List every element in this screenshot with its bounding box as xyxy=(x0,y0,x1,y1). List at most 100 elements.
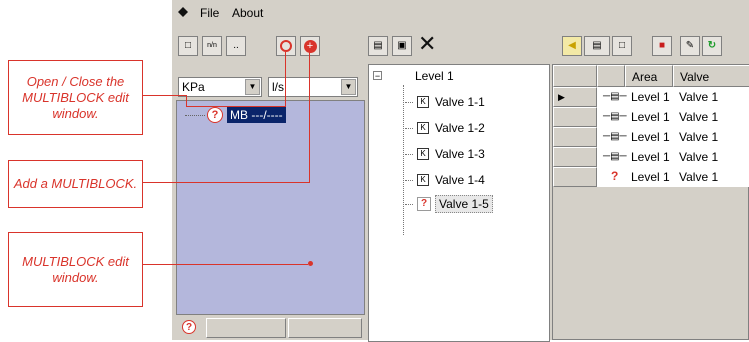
valve-icon: K xyxy=(417,96,429,108)
tree-item-valve-selected[interactable]: ? Valve 1-5 xyxy=(405,195,493,213)
chevron-down-icon[interactable]: ▼ xyxy=(245,79,260,95)
valve-icon: K xyxy=(417,148,429,160)
valve-icon: ─▤─ xyxy=(603,91,627,102)
grid-header-area[interactable]: Area xyxy=(625,65,673,87)
tree-item-label: Valve 1-3 xyxy=(435,147,485,161)
row-selector[interactable] xyxy=(553,147,597,167)
dots-button[interactable]: .. xyxy=(226,36,246,56)
callout-edit-window-text: MULTIBLOCK edit window. xyxy=(22,253,129,285)
menu-file[interactable]: File xyxy=(200,6,219,20)
refresh-button[interactable]: ↻ xyxy=(702,36,722,56)
app-icon xyxy=(178,7,188,17)
table-row[interactable]: ? Level 1 Valve 1 xyxy=(597,167,749,187)
tree-dash xyxy=(185,115,205,116)
row-selector[interactable]: ▶ xyxy=(553,87,597,107)
edit-button[interactable]: ✎ xyxy=(680,36,700,56)
left-status-bar: ? xyxy=(176,316,365,340)
table-row[interactable]: ─▤─ Level 1 Valve 1 xyxy=(597,87,749,107)
expand-tree-button[interactable]: ▤ xyxy=(368,36,388,56)
valve-icon: ─▤─ xyxy=(603,111,627,122)
format-button[interactable]: n/n xyxy=(202,36,222,56)
question-icon: ? xyxy=(611,169,619,183)
valve-icon: K xyxy=(417,122,429,134)
help-icon: ? xyxy=(207,107,223,123)
cell-area: Level 1 xyxy=(631,150,670,164)
tree-item-valve[interactable]: K Valve 1-1 xyxy=(405,95,485,109)
close-icon[interactable]: ✕ xyxy=(418,33,436,55)
tree-item-valve[interactable]: K Valve 1-2 xyxy=(405,121,485,135)
row-pointer-icon: ▶ xyxy=(558,92,565,102)
plus-circle-icon: + xyxy=(303,40,317,53)
table-row[interactable]: ─▤─ Level 1 Valve 1 xyxy=(597,107,749,127)
callout-add-multiblock: Add a MULTIBLOCK. xyxy=(8,160,143,208)
row-selector[interactable] xyxy=(553,107,597,127)
pressure-unit-value: KPa xyxy=(182,80,205,94)
tree-vertical-line xyxy=(403,85,404,235)
connector-line xyxy=(143,182,309,183)
pin-button[interactable]: □ xyxy=(178,36,198,56)
tree-panel: − Level 1 K Valve 1-1 K Valve 1-2 K Valv… xyxy=(368,64,550,342)
status-help-icon: ? xyxy=(182,320,196,334)
callout-edit-window: MULTIBLOCK edit window. xyxy=(8,232,143,307)
grid-header-valve-label: Valve xyxy=(680,70,710,84)
cell-valve: Valve 1 xyxy=(679,90,719,104)
flow-unit-select[interactable]: l/s ▼ xyxy=(268,77,358,97)
row-selector[interactable] xyxy=(553,127,597,147)
cell-valve: Valve 1 xyxy=(679,170,719,184)
tree-item-label: Valve 1-1 xyxy=(435,95,485,109)
app-window: File About □ n/n .. + KPa ▼ l/s ▼ ? MB -… xyxy=(172,0,749,342)
pressure-unit-select[interactable]: KPa ▼ xyxy=(178,77,262,97)
menu-about[interactable]: About xyxy=(232,6,263,20)
cell-valve: Valve 1 xyxy=(679,130,719,144)
grid-corner xyxy=(553,65,597,87)
cell-valve: Valve 1 xyxy=(679,150,719,164)
tree-item-label: Valve 1-2 xyxy=(435,121,485,135)
arrow-left-icon: ◀ xyxy=(568,40,576,51)
new-document-button[interactable]: □ xyxy=(612,36,632,56)
tree-root-label[interactable]: Level 1 xyxy=(415,69,454,83)
right-toolbar: ◀ ▤ □ ■ ✎ ↻ xyxy=(552,30,749,62)
document-icon: □ xyxy=(618,40,626,51)
connector-line xyxy=(309,52,310,183)
connector-line xyxy=(285,52,286,107)
tree-item-label: Valve 1-4 xyxy=(435,173,485,187)
back-arrow-button[interactable]: ◀ xyxy=(562,36,582,56)
callout-open-close: Open / Close the MULTIBLOCK edit window. xyxy=(8,60,143,135)
tree-item-valve[interactable]: K Valve 1-4 xyxy=(405,173,485,187)
valve-icon: ─▤─ xyxy=(603,151,627,162)
menu-bar: File About xyxy=(172,0,749,26)
cell-area: Level 1 xyxy=(631,90,670,104)
connector-line xyxy=(186,95,187,106)
row-selector[interactable] xyxy=(553,167,597,187)
tree-expander[interactable]: − xyxy=(373,71,382,81)
multiblock-edit-window[interactable]: ? MB ---/---- xyxy=(176,100,365,315)
chevron-down-icon[interactable]: ▼ xyxy=(341,79,356,95)
table-row[interactable]: ─▤─ Level 1 Valve 1 xyxy=(597,127,749,147)
table-view-button[interactable]: ▤ xyxy=(584,36,610,56)
status-cell-1 xyxy=(206,318,286,338)
grid-header-valve[interactable]: Valve xyxy=(673,65,749,87)
connector-line xyxy=(186,106,285,107)
flow-unit-value: l/s xyxy=(272,80,284,94)
callout-add-multiblock-text: Add a MULTIBLOCK. xyxy=(13,176,138,191)
cell-area: Level 1 xyxy=(631,130,670,144)
cell-area: Level 1 xyxy=(631,170,670,184)
add-multiblock-button[interactable]: + xyxy=(300,36,320,56)
connector-line xyxy=(143,95,186,96)
multiblock-item[interactable]: MB ---/---- xyxy=(227,107,286,123)
save-icon: ■ xyxy=(658,40,666,51)
refresh-icon: ↻ xyxy=(707,40,717,51)
collapse-tree-button[interactable]: ▣ xyxy=(392,36,412,56)
valve-icon: ─▤─ xyxy=(603,131,627,142)
tree-item-valve[interactable]: K Valve 1-3 xyxy=(405,147,485,161)
open-close-multiblock-button[interactable] xyxy=(276,36,296,56)
data-grid: Area Valve ▶ ─▤─ Level 1 Valve 1 ─▤─ Lev… xyxy=(552,64,749,340)
save-button[interactable]: ■ xyxy=(652,36,672,56)
grid-header-icon-col xyxy=(597,65,625,87)
cell-valve: Valve 1 xyxy=(679,110,719,124)
table-row[interactable]: ─▤─ Level 1 Valve 1 xyxy=(597,147,749,167)
connector-line xyxy=(143,264,308,265)
edit-point-dot xyxy=(308,261,313,266)
cell-area: Level 1 xyxy=(631,110,670,124)
tree-item-label: Valve 1-5 xyxy=(435,195,493,213)
